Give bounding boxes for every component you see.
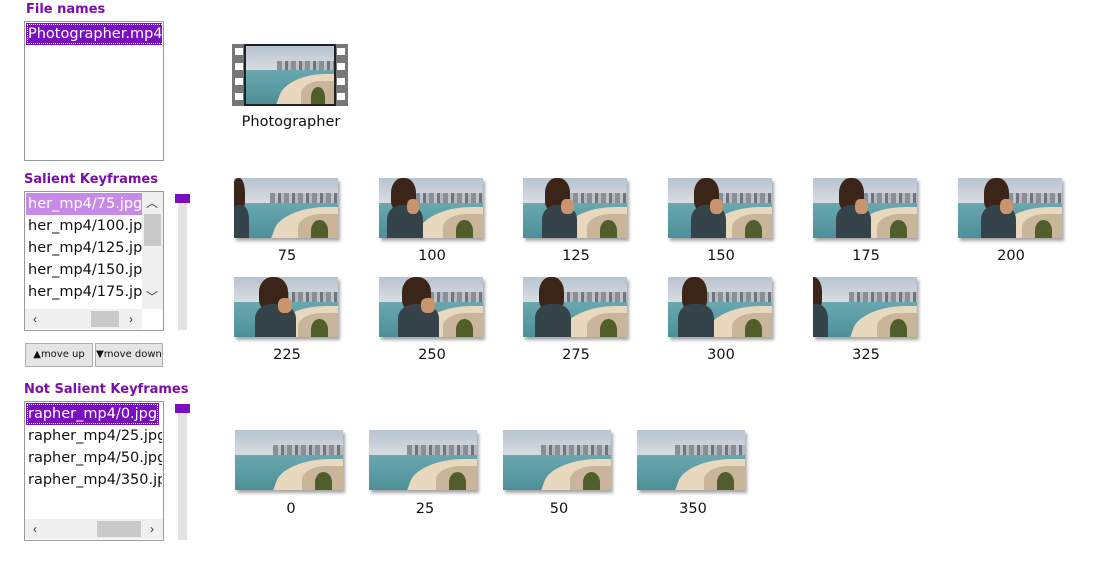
keyframe-thumbnail-300[interactable] <box>668 277 772 337</box>
salient-vscroll-thumb[interactable] <box>144 214 161 246</box>
salient-slider-handle[interactable] <box>175 194 190 203</box>
keyframe-thumbnail-0[interactable] <box>235 430 343 490</box>
video-thumbnail[interactable] <box>232 44 348 106</box>
salient-horizontal-scrollbar[interactable]: ‹ › <box>25 309 142 329</box>
keyframe-thumbnail-75[interactable] <box>234 178 338 238</box>
not-salient-item-25[interactable]: rapher_mp4/25.jpg <box>26 425 162 447</box>
keyframe-thumbnail-275[interactable] <box>523 277 627 337</box>
salient-item-150[interactable]: her_mp4/150.jpg <box>26 259 142 281</box>
not-salient-keyframes-heading: Not Salient Keyframes <box>24 382 189 397</box>
keyframe-label: 325 <box>852 347 880 363</box>
chevron-right-icon[interactable]: › <box>123 310 139 328</box>
keyframe-label: 175 <box>852 248 880 264</box>
keyframe-label: 25 <box>415 501 435 517</box>
keyframe-label: 75 <box>277 248 297 264</box>
keyframe-thumbnail-100[interactable] <box>379 178 483 238</box>
not-salient-slider-handle[interactable] <box>175 404 190 413</box>
file-item-photographer[interactable]: Photographer.mp4 <box>26 23 162 45</box>
not-salient-slider[interactable] <box>175 404 190 540</box>
salient-item-75[interactable]: her_mp4/75.jpg <box>26 193 142 215</box>
keyframe-label: 350 <box>679 501 707 517</box>
not-salient-item-50[interactable]: rapher_mp4/50.jpg <box>26 447 162 469</box>
keyframe-thumbnail-200[interactable] <box>958 178 1062 238</box>
keyframe-thumbnail-325[interactable] <box>813 277 917 337</box>
keyframe-thumbnail-350[interactable] <box>637 430 745 490</box>
keyframe-thumbnail-150[interactable] <box>668 178 772 238</box>
salient-hscroll-thumb[interactable] <box>91 311 119 327</box>
not-salient-item-0[interactable]: rapher_mp4/0.jpg <box>26 403 160 425</box>
chevron-left-icon[interactable]: ‹ <box>27 520 43 538</box>
video-label: Photographer <box>241 114 341 130</box>
move-down-button[interactable]: ▼move down <box>95 343 163 367</box>
salient-item-100[interactable]: her_mp4/100.jpg <box>26 215 142 237</box>
salient-slider[interactable] <box>175 194 190 330</box>
keyframe-thumbnail-50[interactable] <box>503 430 611 490</box>
salient-keyframes-heading: Salient Keyframes <box>24 172 158 187</box>
keyframe-label: 200 <box>997 248 1025 264</box>
not-salient-keyframes-listbox[interactable]: rapher_mp4/0.jpg rapher_mp4/25.jpg raphe… <box>24 401 164 541</box>
keyframe-label: 100 <box>418 248 446 264</box>
keyframe-label: 50 <box>549 501 569 517</box>
keyframe-label: 300 <box>707 347 735 363</box>
file-names-listbox[interactable]: Photographer.mp4 <box>24 21 164 161</box>
keyframe-thumbnail-125[interactable] <box>523 178 627 238</box>
not-salient-horizontal-scrollbar[interactable]: ‹ › <box>25 519 163 539</box>
file-names-heading: File names <box>26 2 106 17</box>
video-frame-image <box>244 44 336 106</box>
salient-vertical-scrollbar[interactable]: ︿ ﹀ <box>142 192 163 309</box>
not-salient-hscroll-thumb[interactable] <box>97 521 141 537</box>
chevron-left-icon[interactable]: ‹ <box>27 310 43 328</box>
chevron-down-icon[interactable]: ﹀ <box>144 288 160 306</box>
move-up-button[interactable]: ▲move up <box>25 343 93 367</box>
chevron-right-icon[interactable]: › <box>144 520 160 538</box>
chevron-up-icon[interactable]: ︿ <box>144 194 160 212</box>
keyframe-label: 150 <box>707 248 735 264</box>
keyframe-thumbnail-250[interactable] <box>379 277 483 337</box>
keyframe-label: 275 <box>562 347 590 363</box>
salient-keyframes-listbox[interactable]: her_mp4/75.jpg her_mp4/100.jpg her_mp4/1… <box>24 191 164 331</box>
keyframe-label: 0 <box>286 501 296 517</box>
keyframe-thumbnail-175[interactable] <box>813 178 917 238</box>
salient-item-125[interactable]: her_mp4/125.jpg <box>26 237 142 259</box>
salient-item-175[interactable]: her_mp4/175.jpg <box>26 281 142 303</box>
keyframe-thumbnail-225[interactable] <box>234 277 338 337</box>
keyframe-label: 250 <box>418 347 446 363</box>
not-salient-item-350[interactable]: rapher_mp4/350.jpg <box>26 469 162 491</box>
keyframe-label: 125 <box>562 248 590 264</box>
keyframe-label: 225 <box>273 347 301 363</box>
keyframe-thumbnail-25[interactable] <box>369 430 477 490</box>
